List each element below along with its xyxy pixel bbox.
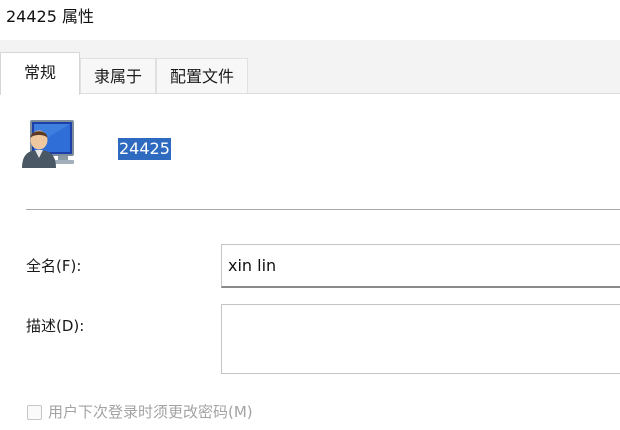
user-name-selected[interactable]: 24425 <box>118 138 171 160</box>
title-bar: 24425 属性 <box>0 0 620 40</box>
window-title: 24425 属性 <box>6 7 94 26</box>
description-input[interactable] <box>221 304 620 374</box>
general-tab-panel: 24425 全名(F): 描述(D): 用户下次登录时须更改密码(M) <box>0 94 620 430</box>
tab-strip: 常规 隶属于 配置文件 <box>0 40 620 95</box>
description-label: 描述(D): <box>26 317 85 335</box>
full-name-input[interactable] <box>221 244 620 288</box>
tab-profile[interactable]: 配置文件 <box>156 58 248 94</box>
section-divider <box>26 209 620 210</box>
user-computer-icon <box>20 116 76 168</box>
tab-general[interactable]: 常规 <box>0 52 80 95</box>
change-password-checkbox <box>27 404 42 420</box>
full-name-label: 全名(F): <box>26 257 82 275</box>
change-password-option: 用户下次登录时须更改密码(M) <box>27 400 253 424</box>
tab-member-of[interactable]: 隶属于 <box>80 58 156 94</box>
change-password-label: 用户下次登录时须更改密码(M) <box>48 403 253 421</box>
